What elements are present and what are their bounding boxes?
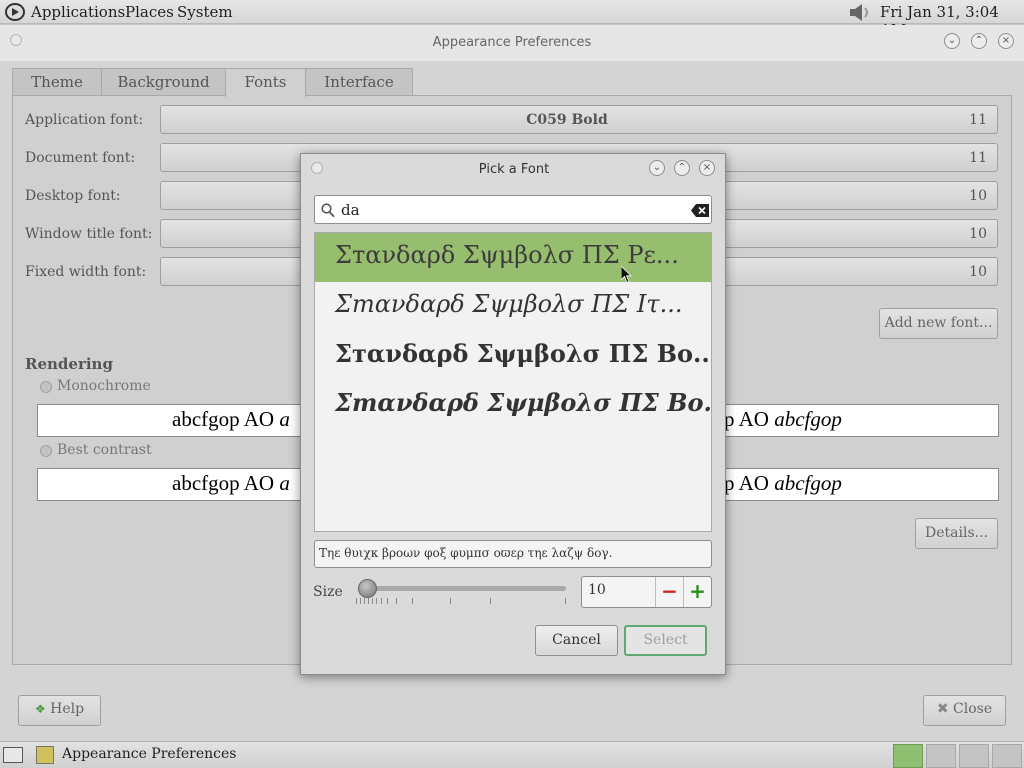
menu-system[interactable]: System [177, 3, 233, 21]
top-panel: Applications Places System Fri Jan 31, 3… [0, 0, 1024, 39]
window-title-font-label: Window title font: [25, 226, 153, 242]
slider-tick [381, 598, 382, 604]
close-icon: ✖ [936, 701, 949, 717]
best-contrast-sample-right: p AO abcfgop [724, 471, 842, 495]
slider-tick [364, 598, 365, 604]
best-contrast-sample-left: abcfgop AO a [172, 471, 290, 495]
window-titlebar: Appearance Preferences ⌄ ⌃ × [0, 25, 1024, 61]
select-button[interactable]: Select [624, 625, 707, 656]
application-font-label: Application font: [25, 112, 144, 128]
size-value[interactable]: 10 [588, 582, 606, 598]
mouse-pointer-icon [621, 266, 632, 284]
monochrome-radio[interactable] [40, 381, 52, 393]
menu-applications[interactable]: Applications [31, 3, 125, 21]
menu-places[interactable]: Places [125, 3, 174, 21]
show-desktop-icon[interactable] [3, 747, 23, 763]
font-preview-entry[interactable]: Tηε θυιχκ βροων φοξ φυμπσ οϖερ τηε λαζψ … [314, 540, 712, 568]
distro-logo-icon[interactable] [5, 3, 25, 21]
fixed-width-font-size: 10 [969, 264, 987, 280]
workspace-1[interactable] [893, 744, 923, 768]
slider-tick [356, 598, 357, 604]
font-list-item[interactable]: Σтανδαρδ Σψμβολσ ΠΣ Ιτ... [315, 282, 711, 331]
cancel-button[interactable]: Cancel [535, 625, 618, 656]
slider-tick [396, 598, 397, 604]
close-button[interactable]: ✖ Close [923, 695, 1006, 726]
font-list-item[interactable]: Σтανδαρδ Σψμβολσ ΠΣ Pε... [315, 233, 711, 282]
best-contrast-radio[interactable] [40, 445, 52, 457]
monochrome-sample-right: p AO abcfgop [724, 407, 842, 431]
help-button-label: Help [50, 701, 85, 717]
increase-size-icon[interactable]: + [683, 577, 711, 607]
slider-tick [490, 598, 491, 604]
slider-tick [376, 598, 377, 604]
close-button-label: Close [953, 701, 993, 717]
maximize-icon[interactable]: ⌃ [971, 33, 987, 49]
application-font-name: C059 Bold [526, 112, 608, 128]
workspace-3[interactable] [959, 744, 989, 768]
desktop-font-size: 10 [969, 188, 987, 204]
close-window-icon[interactable]: × [998, 33, 1014, 49]
appearance-app-icon [36, 746, 54, 764]
rendering-heading: Rendering [25, 355, 113, 373]
volume-icon[interactable] [848, 3, 872, 22]
size-slider-knob[interactable] [358, 579, 377, 598]
clear-search-icon[interactable] [691, 204, 709, 217]
document-font-size: 11 [969, 150, 987, 166]
details-button[interactable]: Details... [915, 518, 998, 549]
window-title-font-size: 10 [969, 226, 987, 242]
search-icon [321, 203, 335, 218]
tab-interface[interactable]: Interface [305, 68, 413, 96]
best-contrast-label[interactable]: Best contrast [57, 442, 152, 458]
dialog-maximize-icon[interactable]: ⌃ [674, 160, 690, 176]
slider-tick [412, 598, 413, 604]
search-input[interactable] [341, 200, 681, 220]
dialog-minimize-icon[interactable]: ⌄ [649, 160, 665, 176]
fixed-width-font-label: Fixed width font: [25, 264, 147, 280]
desktop-font-label: Desktop font: [25, 188, 121, 204]
monochrome-label[interactable]: Monochrome [57, 378, 151, 394]
application-font-button[interactable]: C059 Bold 11 [160, 105, 998, 134]
help-icon: ❖ [34, 702, 46, 716]
slider-tick [565, 598, 566, 604]
font-search-box[interactable] [314, 195, 712, 224]
slider-tick [387, 598, 388, 604]
tab-fonts[interactable]: Fonts [225, 68, 306, 97]
size-slider[interactable] [358, 586, 566, 591]
size-spinbutton[interactable]: 10 − + [581, 576, 712, 608]
font-list-item[interactable]: Σтανδαρδ Σψμβολσ ΠΣ Βο... [315, 380, 711, 429]
workspace-4[interactable] [992, 744, 1022, 768]
decrease-size-icon[interactable]: − [655, 577, 683, 607]
minimize-icon[interactable]: ⌄ [944, 33, 960, 49]
size-label: Size [313, 584, 343, 600]
font-list-item[interactable]: Σтανδαρδ Σψμβολσ ΠΣ Βο... [315, 331, 711, 380]
document-font-label: Document font: [25, 150, 136, 166]
add-new-font-button[interactable]: Add new font... [879, 308, 998, 339]
font-list: Σтανδαρδ Σψμβολσ ΠΣ Pε... Σтανδαρδ Σψμβο… [314, 232, 712, 532]
help-button[interactable]: ❖ Help [18, 695, 101, 726]
tab-background[interactable]: Background [101, 68, 226, 96]
application-font-size: 11 [969, 112, 987, 128]
slider-tick [368, 598, 369, 604]
taskbar-window-label[interactable]: Appearance Preferences [62, 746, 236, 762]
slider-tick [372, 598, 373, 604]
bottom-panel: Appearance Preferences [0, 741, 1024, 768]
slider-tick [450, 598, 451, 604]
workspace-2[interactable] [926, 744, 956, 768]
slider-tick [360, 598, 361, 604]
monochrome-sample-left: abcfgop AO a [172, 407, 290, 431]
dialog-close-icon[interactable]: × [699, 160, 715, 176]
window-title: Appearance Preferences [432, 35, 592, 50]
tab-theme[interactable]: Theme [12, 68, 102, 96]
